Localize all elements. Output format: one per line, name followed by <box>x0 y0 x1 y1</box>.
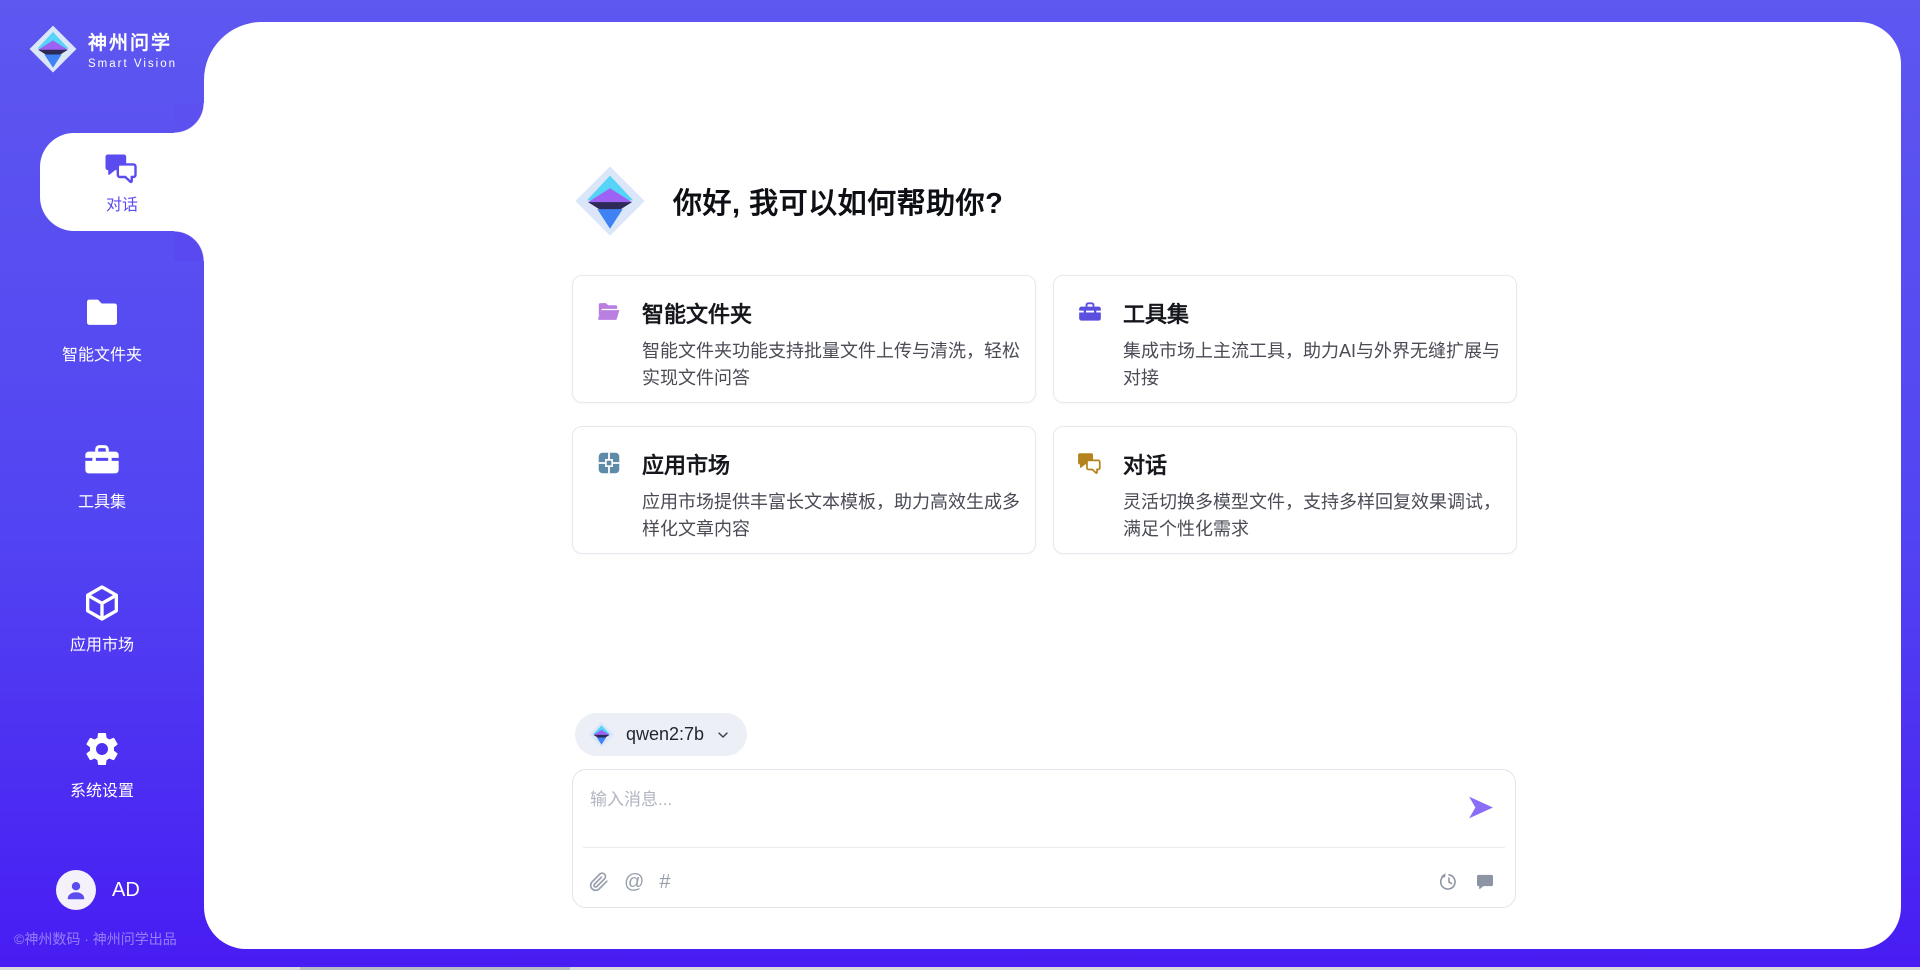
avatar <box>56 870 96 910</box>
sidebar-item-label: 应用市场 <box>70 631 134 655</box>
greeting-text: 你好, 我可以如何帮助你? <box>673 180 1003 222</box>
cube-icon <box>80 583 124 623</box>
paperclip-icon <box>589 872 609 892</box>
card-description: 应用市场提供丰富长文本模板，助力高效生成多样化文章内容 <box>642 489 1032 543</box>
composer-divider <box>583 847 1505 848</box>
card-title: 工具集 <box>1123 297 1189 329</box>
card-app-market[interactable]: 应用市场 应用市场提供丰富长文本模板，助力高效生成多样化文章内容 <box>572 426 1036 554</box>
chevron-down-icon <box>715 727 731 743</box>
card-smart-folder[interactable]: 智能文件夹 智能文件夹功能支持批量文件上传与清洗，轻松实现文件问答 <box>572 275 1036 403</box>
sidebar-item-label: 智能文件夹 <box>62 341 142 365</box>
chat-bubble-icon <box>1475 872 1495 892</box>
toolbox-icon <box>1076 299 1106 327</box>
gear-icon <box>80 729 124 769</box>
chat-icon <box>102 150 142 186</box>
history-button[interactable] <box>1439 872 1459 892</box>
toolbox-icon <box>80 440 124 480</box>
sidebar-item-label: 对话 <box>106 191 138 215</box>
brand-subtitle: Smart Vision <box>88 58 177 70</box>
brand-name: 神州问学 <box>88 28 177 55</box>
greeting: 你好, 我可以如何帮助你? <box>573 164 1003 238</box>
sidebar: 神州问学 Smart Vision 对话 智能文件夹 工具集 应用市场 系统设置 <box>0 0 204 970</box>
history-icon <box>1439 872 1459 892</box>
card-description: 灵活切换多模型文件，支持多样回复效果调试，满足个性化需求 <box>1123 489 1513 543</box>
composer: @ # <box>572 769 1516 908</box>
card-description: 集成市场上主流工具，助力AI与外界无缝扩展与对接 <box>1123 338 1513 392</box>
brand-gem-icon <box>28 24 78 74</box>
sidebar-item-label: 工具集 <box>78 488 126 512</box>
card-toolset[interactable]: 工具集 集成市场上主流工具，助力AI与外界无缝扩展与对接 <box>1053 275 1517 403</box>
sidebar-item-label: 系统设置 <box>70 777 134 801</box>
sidebar-item-smart-folder[interactable]: 智能文件夹 <box>0 293 204 365</box>
sidebar-footer: ©神州数码 · 神州问学出品 <box>14 929 177 949</box>
user-profile[interactable]: AD <box>56 870 140 910</box>
sidebar-item-chat[interactable]: 对话 <box>40 133 204 231</box>
attach-button[interactable] <box>589 872 609 892</box>
folder-icon <box>80 293 124 333</box>
model-gem-icon <box>588 721 615 748</box>
send-icon <box>1468 796 1494 819</box>
sidebar-item-toolset[interactable]: 工具集 <box>0 440 204 512</box>
sidebar-item-settings[interactable]: 系统设置 <box>0 729 204 801</box>
card-title: 应用市场 <box>642 448 730 480</box>
card-title: 对话 <box>1123 448 1167 480</box>
brand: 神州问学 Smart Vision <box>28 24 177 74</box>
card-title: 智能文件夹 <box>642 297 752 329</box>
send-button[interactable] <box>1468 796 1494 820</box>
card-chat[interactable]: 对话 灵活切换多模型文件，支持多样回复效果调试，满足个性化需求 <box>1053 426 1517 554</box>
person-icon <box>64 878 88 902</box>
card-description: 智能文件夹功能支持批量文件上传与清洗，轻松实现文件问答 <box>642 338 1032 392</box>
chat-icon <box>1076 450 1106 478</box>
user-initials: AD <box>112 879 140 902</box>
main-panel: 你好, 我可以如何帮助你? 智能文件夹 智能文件夹功能支持批量文件上传与清洗，轻… <box>204 22 1901 949</box>
assistant-gem-icon <box>573 164 647 238</box>
model-name: qwen2:7b <box>626 724 704 745</box>
message-input[interactable] <box>590 785 1350 815</box>
hashtag-button[interactable]: # <box>659 872 670 892</box>
conversation-button[interactable] <box>1475 872 1495 892</box>
open-folder-icon <box>595 299 625 327</box>
app-grid-icon <box>595 450 625 478</box>
sidebar-item-app-market[interactable]: 应用市场 <box>0 583 204 655</box>
feature-cards: 智能文件夹 智能文件夹功能支持批量文件上传与清洗，轻松实现文件问答 工具集 集成… <box>572 275 1517 554</box>
mention-button[interactable]: @ <box>624 872 644 892</box>
model-selector[interactable]: qwen2:7b <box>575 713 747 756</box>
